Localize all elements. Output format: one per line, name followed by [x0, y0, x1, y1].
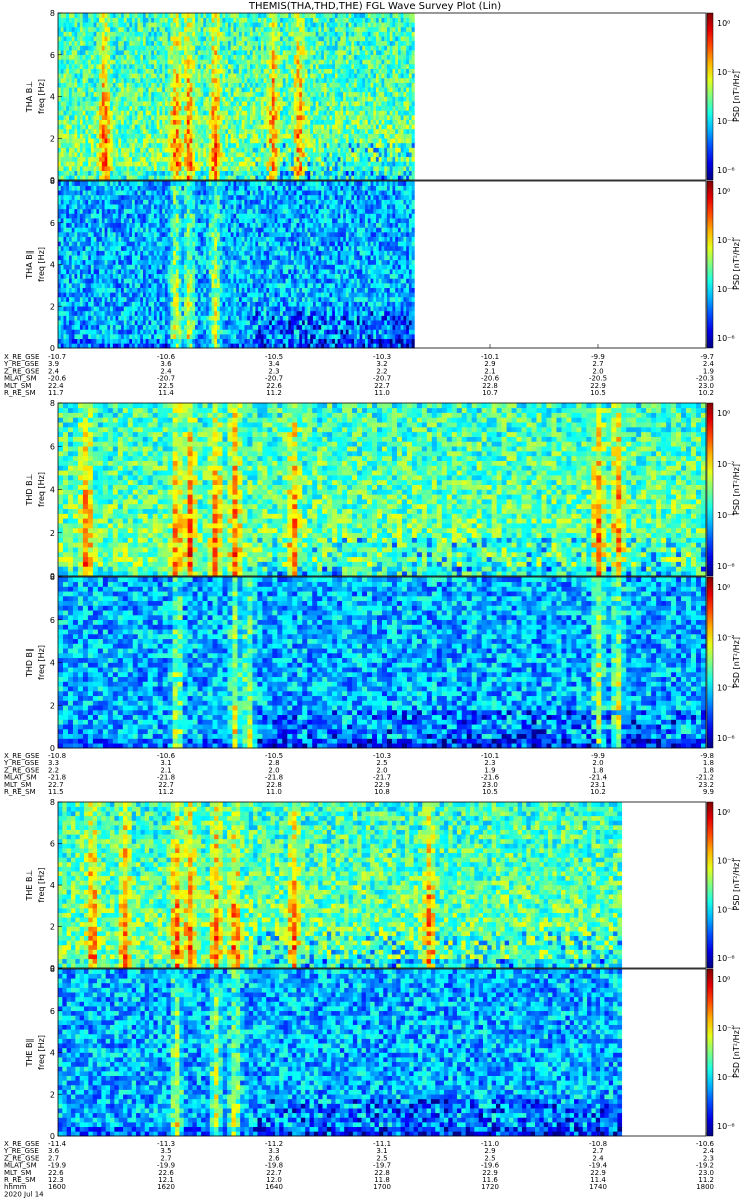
the-bpar-colorbar-tick: 10⁻⁶ — [717, 1122, 735, 1131]
tha-bpar-ytick-label: 2 — [50, 302, 55, 311]
ephemeris-value: 1800 — [696, 1183, 714, 1191]
thd-bpar-ytick-label: 8 — [50, 573, 55, 582]
the-bpar-colorbar — [706, 968, 714, 1137]
thd-bpar-ylabel: THD B∥ — [25, 648, 34, 678]
ephemeris-value: 1620 — [157, 1183, 175, 1191]
the-bpar-ytick-label: 6 — [50, 1007, 55, 1016]
thd-bperp-ytick-label: 8 — [50, 399, 55, 408]
tha-bperp-ytick-label: 2 — [50, 134, 55, 143]
thd-bpar-ytick-label: 6 — [50, 616, 55, 625]
ephemeris-value: 1700 — [373, 1183, 391, 1191]
ephemeris-label: R_RE_SM — [4, 788, 36, 796]
the-bperp-ytick-label: 8 — [50, 798, 55, 807]
the-bperp-colorbar-label: PSD [nT²/Hz] — [732, 860, 741, 911]
thd-bperp-ytick-label: 4 — [50, 486, 55, 495]
the-bperp-ytick-label: 2 — [50, 923, 55, 932]
ephemeris-value: 10.5 — [590, 389, 606, 397]
tha-bperp-yunit: freq [Hz] — [37, 79, 46, 114]
tha-bpar-ytick-label: 0 — [50, 344, 55, 353]
the-bpar-ytick-label: 2 — [50, 1090, 55, 1099]
the-bperp-colorbar-tick: 10⁰ — [717, 808, 730, 817]
thd-bperp-ytick-label: 6 — [50, 442, 55, 451]
the-bpar-colorbar-label: PSD [nT²/Hz] — [732, 1027, 741, 1078]
ephemeris-value: 10.8 — [374, 788, 390, 796]
tha-bperp-colorbar-label: PSD [nT²/Hz] — [732, 71, 741, 122]
thd-bpar-colorbar-tick: 10⁰ — [717, 583, 730, 592]
the-bpar-yunit: freq [Hz] — [37, 1035, 46, 1070]
ephemeris-value: 11.2 — [158, 788, 174, 796]
tha-bperp-colorbar-tick: 10⁻⁶ — [717, 166, 735, 175]
tha-bpar-ytick-label: 8 — [50, 177, 55, 186]
thd-bpar-yunit: freq [Hz] — [37, 645, 46, 680]
ephemeris-value: 10.5 — [482, 788, 498, 796]
the-bperp-yunit: freq [Hz] — [37, 868, 46, 903]
ephemeris-value: 10.2 — [590, 788, 606, 796]
tha-bperp-cells — [58, 13, 415, 181]
thd-bpar-colorbar-tick: 10⁻⁶ — [717, 734, 735, 743]
tha-bpar-colorbar — [706, 180, 714, 349]
thd-bperp-ylabel: THD B⊥ — [25, 473, 34, 506]
ephemeris-value: 11.0 — [374, 389, 390, 397]
ephemeris-value: 11.4 — [158, 389, 174, 397]
ephemeris-value: 11.2 — [266, 389, 282, 397]
thd-bpar-colorbar — [706, 576, 714, 749]
thd-bperp-colorbar-label: PSD [nT²/Hz] — [732, 464, 741, 515]
thd-bperp-colorbar — [706, 402, 714, 577]
tha-bperp-colorbar — [706, 12, 714, 181]
tha-bpar-cells — [58, 181, 415, 349]
ephemeris-value: 1600 — [48, 1183, 66, 1191]
tha-bperp-colorbar-tick: 10⁰ — [717, 19, 730, 28]
tha-bpar-colorbar-label: PSD [nT²/Hz] — [732, 239, 741, 290]
ephemeris-label: R_RE_SM — [4, 389, 36, 397]
thd-bperp-colorbar-tick: 10⁻⁶ — [717, 562, 735, 571]
the-bpar-cells — [58, 969, 623, 1137]
tha-bpar-ylabel: THA B∥ — [25, 250, 34, 279]
ephemeris-value: 11.0 — [266, 788, 282, 796]
ephemeris-value: 11.5 — [48, 788, 64, 796]
thd-bperp-cells — [58, 403, 707, 577]
thd-bpar-cells — [58, 577, 707, 749]
ephemeris-label: 2020 Jul 14 — [4, 1190, 44, 1198]
tha-bpar-ytick-label: 4 — [50, 261, 55, 270]
ephemeris-value: 10.2 — [698, 389, 714, 397]
the-bpar-ytick-label: 4 — [50, 1049, 55, 1058]
thd-bperp-yunit: freq [Hz] — [37, 472, 46, 507]
ephemeris-value: 1740 — [589, 1183, 607, 1191]
tha-bpar-colorbar-tick: 10⁻⁶ — [717, 334, 735, 343]
the-bperp-ylabel: THE B⊥ — [25, 869, 34, 901]
tha-bperp-ylabel: THA B⊥ — [25, 81, 34, 113]
thd-bpar-ytick-label: 2 — [50, 701, 55, 710]
ephemeris-value: 11.7 — [48, 389, 64, 397]
thd-bpar-colorbar-label: PSD [nT²/Hz] — [732, 637, 741, 688]
tha-bpar-yunit: freq [Hz] — [37, 247, 46, 282]
tha-bperp-ytick-label: 8 — [50, 9, 55, 18]
ephemeris-value: 1640 — [265, 1183, 283, 1191]
thd-bperp-colorbar-tick: 10⁰ — [717, 409, 730, 418]
thd-bpar-ytick-label: 4 — [50, 659, 55, 668]
the-bpar-ylabel: THE B∥ — [25, 1039, 34, 1068]
tha-bperp-ytick-label: 4 — [50, 93, 55, 102]
spectrogram-figure: 02468THA B⊥ freq [Hz]10⁰10⁻²10⁻⁴10⁻⁶PSD [… — [3, 9, 741, 1198]
the-bpar-colorbar-tick: 10⁰ — [717, 975, 730, 984]
ephemeris-value: 1720 — [481, 1183, 499, 1191]
ephemeris-value: 10.7 — [482, 389, 498, 397]
tha-bpar-ytick-label: 6 — [50, 219, 55, 228]
tha-bpar-colorbar-tick: 10⁰ — [717, 187, 730, 196]
the-bperp-cells — [58, 802, 623, 969]
the-bpar-ytick-label: 8 — [50, 965, 55, 974]
the-bperp-ytick-label: 6 — [50, 840, 55, 849]
the-bperp-colorbar-tick: 10⁻⁶ — [717, 954, 735, 963]
tha-bperp-ytick-label: 6 — [50, 51, 55, 60]
the-bperp-colorbar — [706, 801, 714, 969]
ephemeris-value: 9.9 — [703, 788, 714, 796]
the-bperp-ytick-label: 4 — [50, 881, 55, 890]
thd-bperp-ytick-label: 2 — [50, 529, 55, 538]
